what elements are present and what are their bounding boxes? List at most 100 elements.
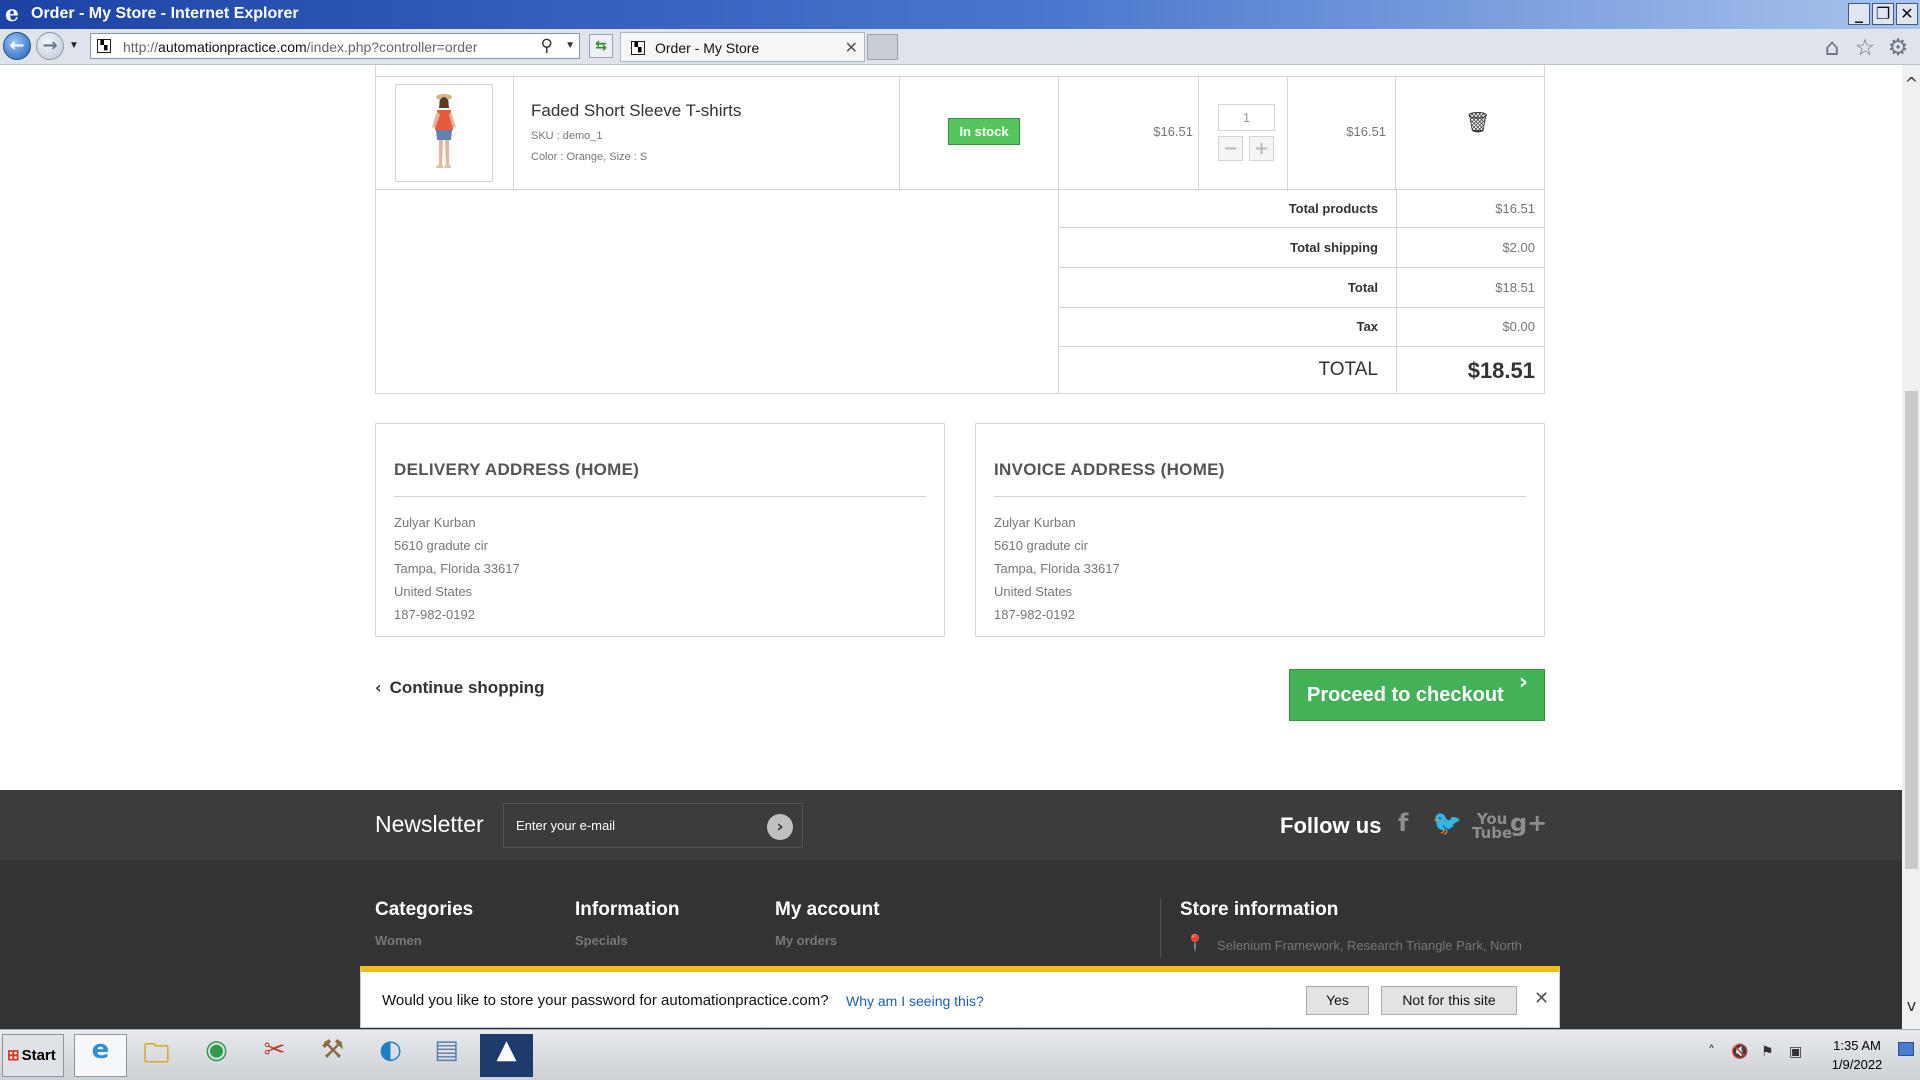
unit-price: $16.51 (1153, 124, 1193, 139)
settings-gear-icon[interactable]: ⚙ (1885, 35, 1911, 61)
internet-explorer-icon: e (5, 1, 19, 27)
forward-button[interactable]: → (36, 32, 64, 60)
back-button[interactable]: ← (3, 32, 31, 60)
close-icon[interactable]: ✕ (1534, 988, 1549, 1009)
azure-taskbar-icon[interactable]: ▲ (480, 1034, 533, 1077)
scrollbar-thumb[interactable] (1905, 391, 1918, 869)
start-label: Start (21, 1047, 56, 1064)
newsletter-bar: Newsletter Enter your e-mail › Follow us… (0, 790, 1902, 860)
edge-taskbar-icon[interactable]: ◐ (364, 1034, 417, 1077)
start-button[interactable]: ⊞ Start (2, 1034, 64, 1077)
footer-categories-title: Categories (375, 899, 474, 920)
internet-explorer-taskbar-icon[interactable]: e (74, 1034, 127, 1077)
new-tab-button[interactable] (867, 34, 898, 60)
continue-shopping-link[interactable]: ‹ Continue shopping (375, 678, 544, 698)
footer-link-women[interactable]: Women (375, 933, 422, 948)
delivery-address-title: DELIVERY ADDRESS (HOME) (394, 460, 640, 479)
windows-flag-icon: ⊞ (7, 1047, 20, 1064)
volume-muted-icon[interactable]: 🔇 (1731, 1044, 1748, 1060)
availability-badge: In stock (948, 118, 1020, 145)
favorites-star-icon[interactable]: ☆ (1852, 35, 1878, 61)
twitter-icon[interactable]: 🐦 (1432, 809, 1462, 837)
refresh-icon[interactable]: ⇆ (589, 34, 613, 58)
history-dropdown-icon[interactable]: ▼ (69, 40, 79, 51)
address-url[interactable]: http://automationpractice.com/index.php?… (123, 39, 478, 55)
show-hidden-icons[interactable]: ˄ (1708, 1044, 1715, 1060)
home-icon[interactable]: ⌂ (1819, 35, 1845, 61)
divider (394, 496, 926, 497)
column-divider (1395, 77, 1396, 191)
chrome-taskbar-icon[interactable]: ◉ (190, 1034, 243, 1077)
quantity-increase-button[interactable]: + (1249, 136, 1274, 161)
address-line: United States (994, 584, 1073, 599)
facebook-icon[interactable]: f (1398, 809, 1408, 837)
close-window-button[interactable]: ✕ (1896, 3, 1918, 25)
window-title: Order - My Store - Internet Explorer (31, 5, 299, 22)
snipping-tool-taskbar-icon[interactable]: ✂ (248, 1034, 301, 1077)
screen: e Order - My Store - Internet Explorer _… (0, 0, 1920, 1080)
clock-date: 1/9/2022 (1831, 1057, 1883, 1072)
notepad-taskbar-icon[interactable]: ▤ (420, 1034, 473, 1077)
save-password-bar: Would you like to store your password fo… (360, 966, 1560, 1028)
not-for-this-site-button[interactable]: Not for this site (1381, 986, 1517, 1015)
footer-information-title: Information (575, 899, 680, 920)
address-line: Tampa, Florida 33617 (994, 561, 1120, 576)
footer-link-specials[interactable]: Specials (575, 933, 628, 948)
scroll-down-arrow-icon[interactable]: v (1904, 996, 1919, 1015)
chevron-right-icon: › (1518, 670, 1528, 695)
address-dropdown-icon[interactable]: ▼ (565, 40, 575, 51)
quantity-decrease-button[interactable]: − (1218, 136, 1243, 161)
product-image[interactable] (395, 84, 493, 182)
taskbar-clock[interactable]: 1:35 AM 1/9/2022 (1820, 1036, 1894, 1074)
column-divider (1198, 77, 1199, 191)
page-icon: ▚ (97, 39, 111, 53)
network-error-icon[interactable]: ⚑ (1761, 1044, 1774, 1060)
youtube-icon[interactable]: You Tube (1472, 812, 1512, 841)
trash-icon[interactable]: 🗑 (1465, 110, 1490, 134)
window-titlebar: e Order - My Store - Internet Explorer _… (0, 0, 1920, 29)
tab-order-my-store[interactable]: ▚ Order - My Store ✕ (620, 32, 865, 62)
restore-button[interactable]: ❐ (1872, 3, 1894, 25)
address-line: Zulyar Kurban (394, 515, 476, 530)
save-password-message: Would you like to store your password fo… (382, 992, 829, 1009)
grand-total-value: $18.51 (1467, 358, 1535, 383)
store-address: Selenium Framework, Research Triangle Pa… (1217, 938, 1522, 953)
product-name-link[interactable]: Faded Short Sleeve T-shirts (531, 101, 741, 121)
footer-account-title: My account (775, 899, 880, 920)
newsletter-email-input[interactable]: Enter your e-mail (503, 803, 803, 848)
total-products-value: $16.51 (1495, 201, 1535, 216)
minimize-button[interactable]: _ (1848, 3, 1870, 25)
totals-divider (1396, 268, 1397, 307)
total-shipping-row: Total shipping $2.00 (1059, 228, 1545, 268)
address-line: 5610 gradute cir (394, 538, 488, 553)
close-tab-icon[interactable]: ✕ (845, 38, 858, 57)
column-divider (899, 77, 900, 191)
totals-divider (1396, 347, 1397, 394)
total-shipping-label: Total shipping (1290, 240, 1378, 255)
file-explorer-taskbar-icon[interactable]: 🗀 (130, 1034, 183, 1077)
address-bar[interactable]: ▚ http://automationpractice.com/index.ph… (90, 33, 580, 59)
location-pin-icon: 📍 (1185, 933, 1205, 952)
footer-link-my-orders[interactable]: My orders (775, 933, 837, 948)
continue-shopping-label: Continue shopping (389, 678, 545, 697)
save-password-yes-button[interactable]: Yes (1306, 986, 1369, 1015)
column-divider (1058, 77, 1059, 191)
proceed-to-checkout-button[interactable]: Proceed to checkout › (1289, 669, 1545, 721)
tools-taskbar-icon[interactable]: ⚒ (306, 1034, 359, 1077)
notification-icon[interactable] (1898, 1042, 1914, 1056)
newsletter-label: Newsletter (375, 811, 484, 837)
tab-label: Order - My Store (655, 40, 760, 56)
vertical-scrollbar[interactable]: ^ v (1902, 65, 1920, 1029)
total-products-row: Total products $16.51 (1059, 190, 1545, 228)
tax-label: Tax (1356, 319, 1378, 334)
action-center-icon[interactable]: ▣ (1789, 1044, 1802, 1060)
why-seeing-this-link[interactable]: Why am I seeing this? (846, 993, 984, 1009)
search-icon[interactable]: ⚲ (541, 36, 553, 56)
google-plus-icon[interactable]: g+ (1510, 809, 1547, 837)
product-attributes[interactable]: Color : Orange, Size : S (531, 151, 647, 163)
newsletter-submit-icon[interactable]: › (767, 814, 793, 840)
page-viewport: Faded Short Sleeve T-shirts SKU : demo_1… (0, 65, 1902, 1029)
product-sku: SKU : demo_1 (531, 130, 603, 142)
scroll-up-arrow-icon[interactable]: ^ (1904, 74, 1919, 93)
footer-store-title: Store information (1180, 899, 1339, 920)
